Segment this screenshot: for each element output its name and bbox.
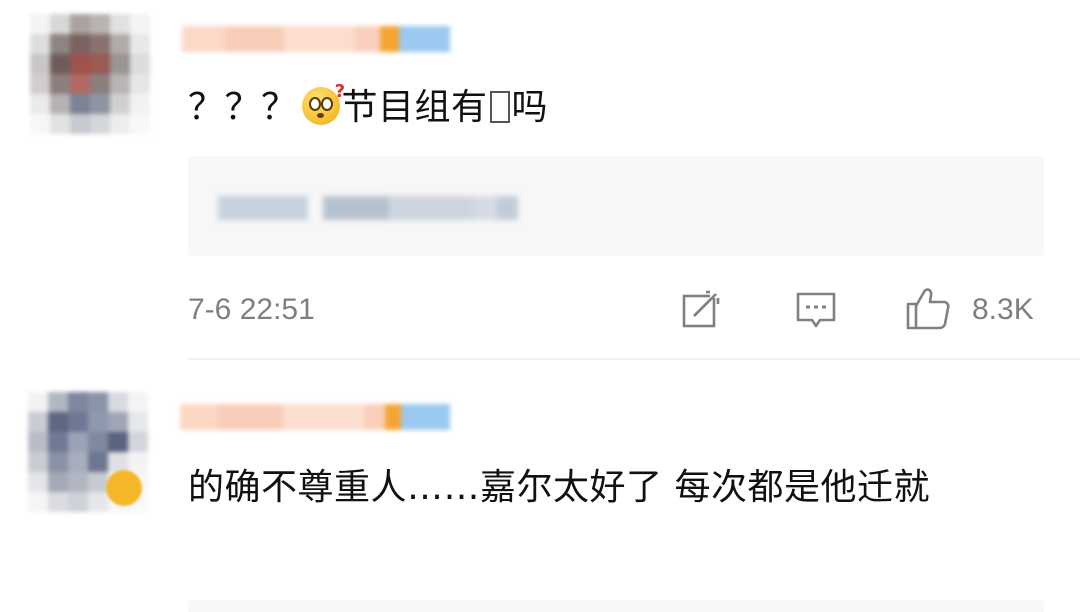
quoted-reply-blurred-text <box>218 196 518 220</box>
avatar-badge <box>106 470 142 506</box>
comment-text-prefix: ？？？ <box>188 87 298 128</box>
comment-text-suffix-a: 节目组有 <box>341 87 488 128</box>
quoted-reply-box[interactable] <box>188 600 1044 612</box>
comment-text-suffix-b: 吗 <box>511 87 549 128</box>
comment-text: 的确不尊重人……嘉尔太好了 每次都是他迁就 <box>188 467 930 508</box>
share-edit-icon[interactable] <box>680 288 724 332</box>
comment-feed: ？？？? 节目组有吗 7-6 22:51 8.3K 的确不尊重人……嘉尔太好了 … <box>0 0 1080 612</box>
comment-text: ？？？? 节目组有吗 <box>188 82 548 134</box>
username-blurred[interactable] <box>180 404 450 430</box>
comment-bubble-icon[interactable] <box>794 288 838 332</box>
comment-timestamp: 7-6 22:51 <box>188 293 315 326</box>
avatar[interactable] <box>30 14 150 134</box>
missing-glyph-icon <box>489 91 510 123</box>
comment-divider <box>188 358 1080 360</box>
username-blurred[interactable] <box>182 26 450 52</box>
like-count: 8.3K <box>972 293 1034 326</box>
quoted-reply-box[interactable] <box>188 156 1044 256</box>
thumbs-up-icon[interactable] <box>904 284 952 332</box>
thinking-question-emoji-icon: ? <box>301 83 345 125</box>
